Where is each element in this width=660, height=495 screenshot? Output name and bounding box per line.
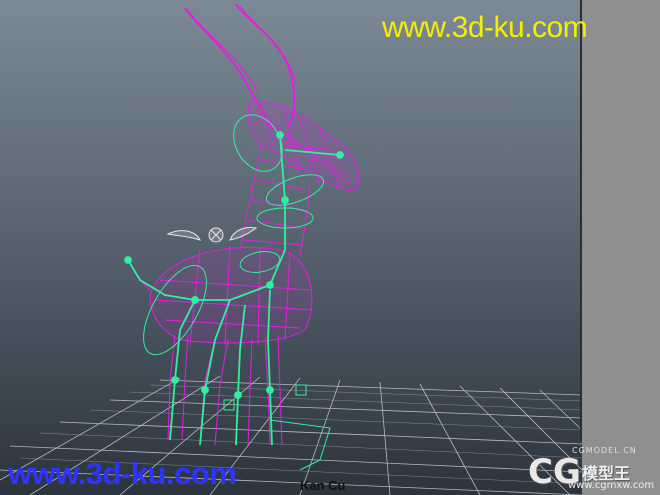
viewport-border — [0, 0, 582, 441]
camera-label: Kan Cu — [300, 478, 346, 493]
cg-logo: CGMODEL.CN CG 模型王 www.cgmxw.com — [528, 446, 658, 494]
watermark-top: www.3d-ku.com — [382, 11, 588, 44]
cg-logo-url: www.cgmxw.com — [568, 480, 655, 491]
cg-logo-top-text: CGMODEL.CN — [572, 446, 637, 455]
side-panel — [582, 0, 660, 495]
watermark-bottom: www.3d-ku.com — [8, 456, 237, 491]
